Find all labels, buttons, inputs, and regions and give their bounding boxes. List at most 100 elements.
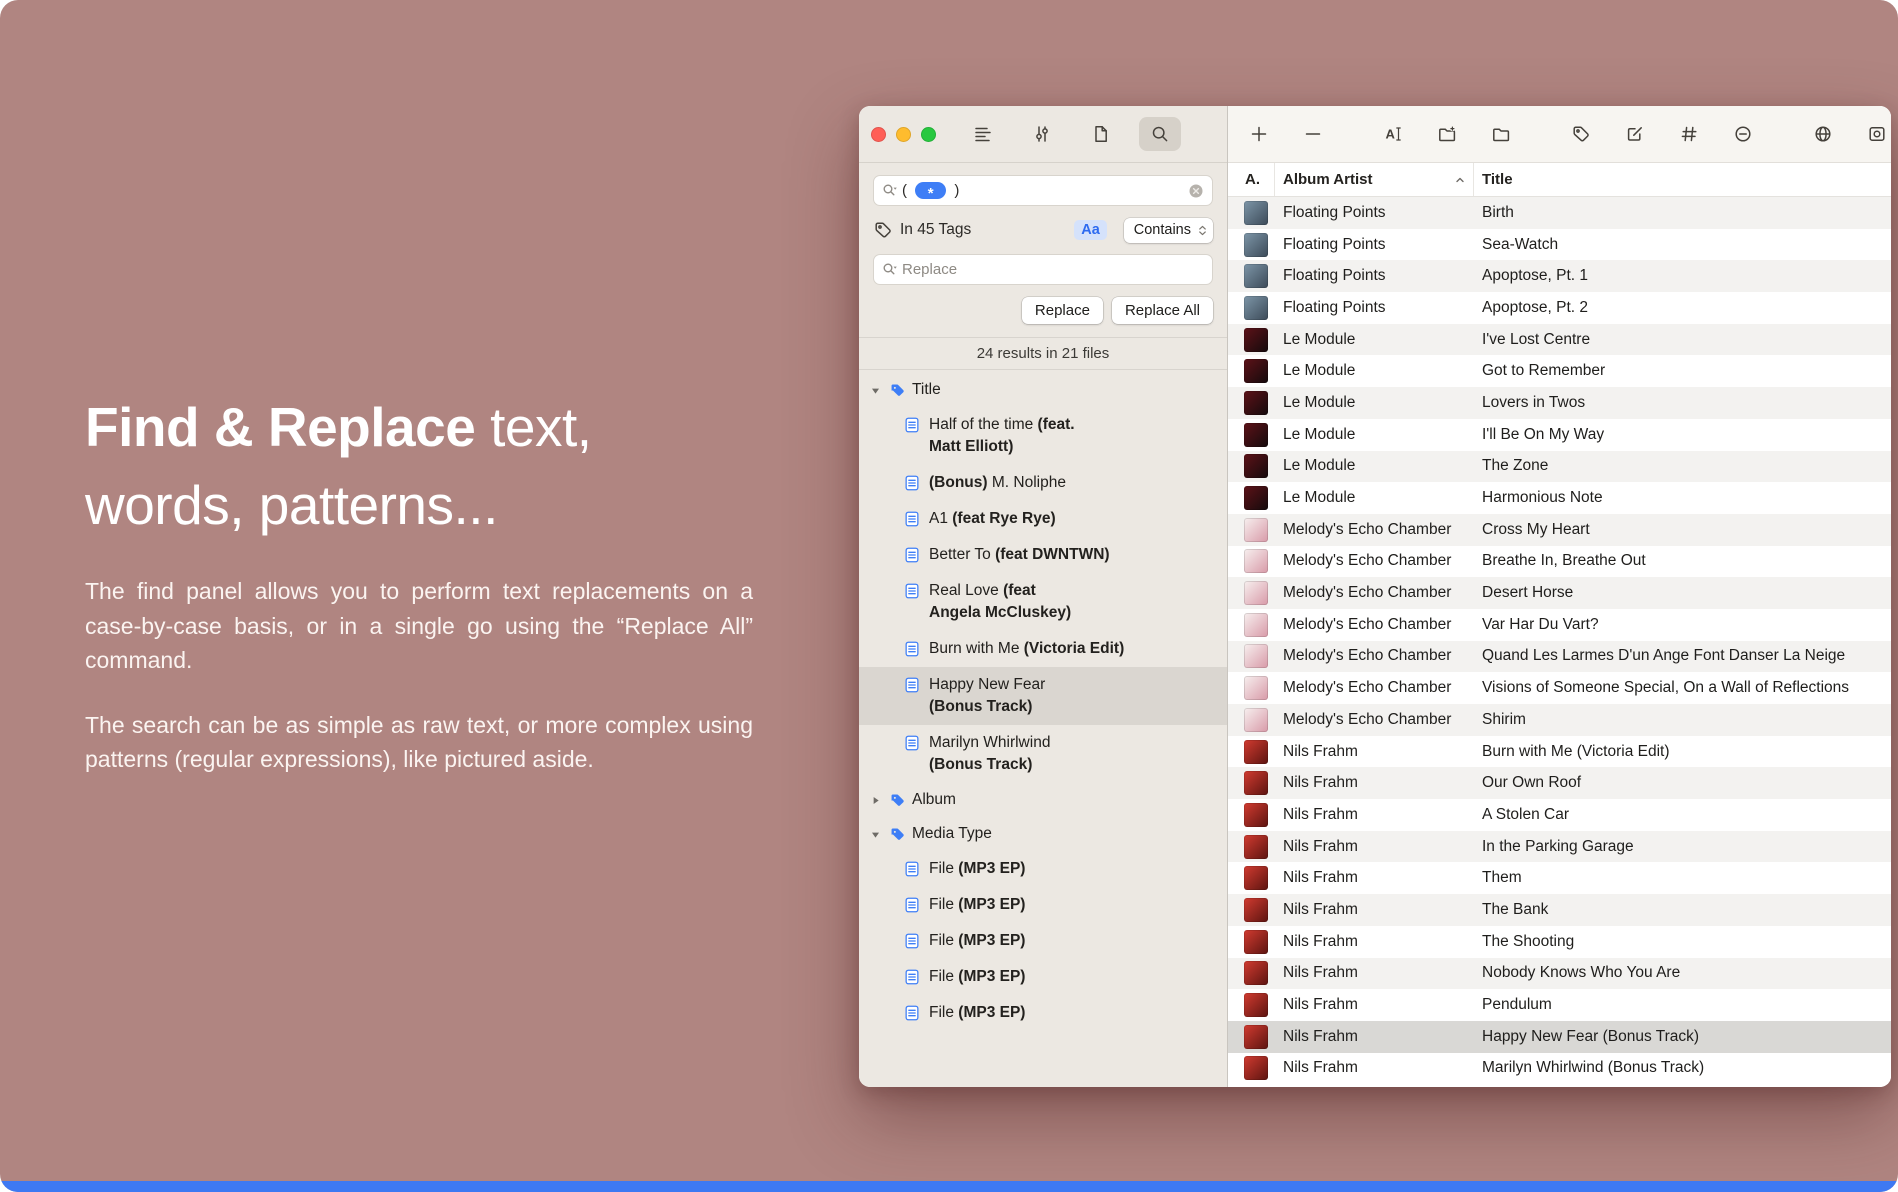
doc-lines-icon [903,968,921,986]
search-menu-icon[interactable] [882,183,898,199]
table-row[interactable]: Nils FrahmMarilyn Whirlwind (Bonus Track… [1228,1053,1891,1085]
table-row[interactable]: Floating PointsApoptose, Pt. 1 [1228,260,1891,292]
minus-circle-button[interactable] [1726,117,1760,151]
table-row[interactable]: Melody's Echo ChamberCross My Heart [1228,514,1891,546]
search-text-prefix: ( [902,182,911,199]
doc-lines-icon [903,582,921,600]
tree-group-title[interactable]: Title [859,373,1227,407]
match-case-button[interactable]: Aa [1074,220,1107,240]
cell-album-artist: Melody's Echo Chamber [1275,521,1474,539]
album-art-thumbnail [1244,359,1268,383]
page-title: Find & Replace text, words, patterns... [85,388,753,544]
regex-wildcard-token[interactable]: * [915,182,946,199]
cell-art [1228,328,1275,352]
table-row[interactable]: Le ModuleHarmonious Note [1228,482,1891,514]
table-row[interactable]: Nils FrahmBurn with Me (Victoria Edit) [1228,736,1891,768]
triangle-down-icon[interactable] [867,384,883,397]
cell-album-artist: Floating Points [1275,204,1474,222]
new-folder-icon [1437,124,1457,144]
table-row[interactable]: Le ModuleI'll Be On My Way [1228,419,1891,451]
clear-search-button[interactable] [1188,183,1204,199]
number-button[interactable] [1672,117,1706,151]
filter-button[interactable] [1021,117,1063,151]
add-button[interactable] [1242,117,1276,151]
search-input[interactable]: ( * ) [873,175,1213,206]
replace-menu-icon[interactable] [882,262,898,278]
cell-album-artist: Nils Frahm [1275,869,1474,887]
replace-button[interactable]: Replace [1022,297,1103,324]
table-row[interactable]: Floating PointsApoptose, Pt. 2 [1228,292,1891,324]
table-row[interactable]: Nils FrahmPendulum [1228,989,1891,1021]
zoom-button[interactable] [921,127,936,142]
table-row[interactable]: Melody's Echo ChamberVisions of Someone … [1228,672,1891,704]
tree-item[interactable]: Half of the time (feat.Matt Elliott) [859,407,1227,465]
search-icon [1150,124,1170,144]
match-mode-dropdown[interactable]: Contains [1124,218,1213,243]
align-left-button[interactable] [962,117,1004,151]
hero-paragraph: The find panel allows you to perform tex… [85,574,753,678]
table-row[interactable]: Nils FrahmHappy New Fear (Bonus Track) [1228,1021,1891,1053]
tree-item[interactable]: File (MP3 EP) [859,851,1227,887]
table-row[interactable]: Melody's Echo ChamberVar Har Du Vart? [1228,609,1891,641]
tree-item[interactable]: File (MP3 EP) [859,923,1227,959]
cell-art [1228,644,1275,668]
cell-art [1228,359,1275,383]
table-row[interactable]: Nils FrahmThe Bank [1228,894,1891,926]
triangle-down-icon[interactable] [867,828,883,841]
search-button[interactable] [1139,117,1181,151]
minimize-button[interactable] [896,127,911,142]
tree-item[interactable]: Better To (feat DWNTWN) [859,537,1227,573]
table-row[interactable]: Nils FrahmIn the Parking Garage [1228,831,1891,863]
window-toolbar-left [859,106,1227,163]
table-row[interactable]: Floating PointsBirth [1228,197,1891,229]
artwork-button[interactable] [1860,117,1891,151]
table-row[interactable]: Le ModuleLovers in Twos [1228,387,1891,419]
table-row[interactable]: Melody's Echo ChamberShirim [1228,704,1891,736]
column-header-title[interactable]: Title [1474,163,1891,196]
table-row[interactable]: Floating PointsSea-Watch [1228,229,1891,261]
new-document-button[interactable] [1080,117,1122,151]
tree-item[interactable]: A1 (feat Rye Rye) [859,501,1227,537]
table-row[interactable]: Le ModuleI've Lost Centre [1228,324,1891,356]
tag-blue-icon [889,382,906,399]
remove-button[interactable] [1296,117,1330,151]
globe-button[interactable] [1806,117,1840,151]
tree-group-album[interactable]: Album [859,783,1227,817]
toolbar-group: A [1376,117,1518,151]
tree-item[interactable]: File (MP3 EP) [859,959,1227,995]
replace-input[interactable]: Replace [873,254,1213,285]
column-header-art[interactable]: A. [1228,163,1275,196]
window-toolbar-right: A [1228,106,1891,163]
tree-group-media-type[interactable]: Media Type [859,817,1227,851]
table-row[interactable]: Nils FrahmThem [1228,862,1891,894]
folder-button[interactable] [1484,117,1518,151]
replace-all-button[interactable]: Replace All [1112,297,1213,324]
tree-item[interactable]: Marilyn Whirlwind(Bonus Track) [859,725,1227,783]
table-row[interactable]: Melody's Echo ChamberQuand Les Larmes D'… [1228,641,1891,673]
table-row[interactable]: Melody's Echo ChamberDesert Horse [1228,577,1891,609]
table-row[interactable]: Nils FrahmThe Shooting [1228,926,1891,958]
marketing-page: Find & Replace text, words, patterns... … [0,0,1898,1192]
table-row[interactable]: Nils FrahmA Stolen Car [1228,799,1891,831]
table-row[interactable]: Le ModuleThe Zone [1228,451,1891,483]
cell-album-artist: Le Module [1275,362,1474,380]
close-button[interactable] [871,127,886,142]
tag-button[interactable] [1564,117,1598,151]
cell-album-artist: Melody's Echo Chamber [1275,616,1474,634]
cell-title: Cross My Heart [1474,521,1891,539]
table-row[interactable]: Nils FrahmNobody Knows Who You Are [1228,958,1891,990]
tree-item[interactable]: (Bonus) M. Noliphe [859,465,1227,501]
table-row[interactable]: Melody's Echo ChamberBreathe In, Breathe… [1228,546,1891,578]
table-row[interactable]: Le ModuleGot to Remember [1228,355,1891,387]
column-header-album-artist[interactable]: Album Artist [1275,163,1474,196]
tree-item[interactable]: Real Love (featAngela McCluskey) [859,573,1227,631]
triangle-right-icon[interactable] [867,794,883,807]
new-folder-button[interactable] [1430,117,1464,151]
edit-text-button[interactable]: A [1376,117,1410,151]
tree-item[interactable]: Happy New Fear(Bonus Track) [859,667,1227,725]
tree-item[interactable]: Burn with Me (Victoria Edit) [859,631,1227,667]
table-row[interactable]: Nils FrahmOur Own Roof [1228,767,1891,799]
tree-item[interactable]: File (MP3 EP) [859,887,1227,923]
compose-button[interactable] [1618,117,1652,151]
tree-item[interactable]: File (MP3 EP) [859,995,1227,1031]
